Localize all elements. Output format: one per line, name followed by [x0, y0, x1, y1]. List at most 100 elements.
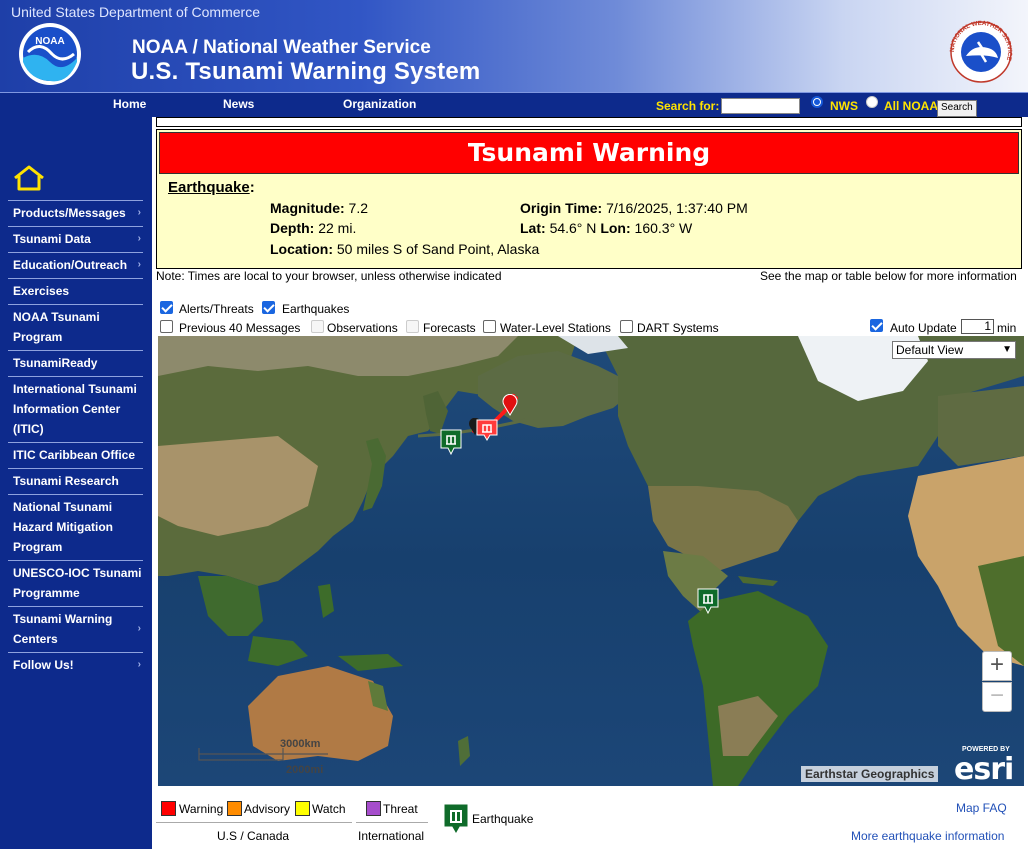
- map-faq-link[interactable]: Map FAQ: [956, 801, 1007, 815]
- sidebar-item-tsunami-research[interactable]: Tsunami Research: [8, 471, 143, 491]
- legend-advisory-swatch: [227, 801, 242, 816]
- legend-earthquake-label: Earthquake: [472, 812, 534, 826]
- radio-nws[interactable]: [811, 96, 823, 108]
- page-title: U.S. Tsunami Warning System: [131, 58, 481, 85]
- esri-wordmark: esri: [954, 752, 1014, 786]
- earthquakes-checkbox[interactable]: [262, 301, 275, 314]
- map-view-select[interactable]: Default View ▼: [892, 341, 1016, 359]
- sidebar-divider: [8, 652, 143, 653]
- chevron-down-icon: ▼: [1002, 344, 1012, 355]
- org-title: NOAA / National Weather Service: [132, 37, 431, 58]
- forecasts-checkbox[interactable]: [406, 320, 419, 333]
- sidebar-divider: [8, 200, 143, 201]
- chevron-right-icon: ›: [137, 659, 141, 670]
- radio-all-noaa-label: All NOAA: [884, 99, 938, 113]
- sidebar-item-label: Products/Messages: [13, 206, 126, 220]
- legend-threat-swatch: [366, 801, 381, 816]
- nws-logo[interactable]: NATIONAL WEATHER SERVICE: [944, 20, 1018, 84]
- map-panel[interactable]: Default View ▼ + − 3000km 2000mi Earthst…: [158, 336, 1024, 786]
- sidebar-item-label: TsunamiReady: [13, 356, 98, 370]
- sidebar-item-tsunami-data[interactable]: Tsunami Data ›: [8, 229, 143, 249]
- auto-update-minutes-input[interactable]: 1: [961, 319, 994, 334]
- earthquake-marker-alaska[interactable]: [476, 419, 498, 441]
- magnitude-row: Magnitude: 7.2: [270, 200, 368, 216]
- search-label: Search for:: [656, 99, 720, 113]
- sidebar-divider: [8, 304, 143, 305]
- observations-checkbox[interactable]: [311, 320, 324, 333]
- zoom-out-button[interactable]: −: [982, 682, 1012, 712]
- sidebar-divider: [8, 494, 143, 495]
- depth-row: Depth: 22 mi.: [270, 220, 356, 236]
- noaa-logo-text: NOAA: [35, 36, 64, 47]
- sidebar-item-noaa-tsunami-program[interactable]: NOAA Tsunami Program: [8, 307, 143, 347]
- sidebar-item-label: Education/Outreach: [13, 258, 128, 272]
- page-header: United States Department of Commerce NOA…: [0, 0, 1028, 92]
- zoom-in-button[interactable]: +: [982, 651, 1012, 681]
- sidebar-item-exercises[interactable]: Exercises: [8, 281, 143, 301]
- sidebar-item-education-outreach[interactable]: Education/Outreach ›: [8, 255, 143, 275]
- alert-headline: Tsunami Warning: [159, 132, 1019, 174]
- sidebar-divider: [8, 226, 143, 227]
- sidebar-item-label: Tsunami Data: [13, 232, 91, 246]
- map-attribution[interactable]: Earthstar Geographics: [801, 766, 939, 782]
- auto-update-checkbox[interactable]: [870, 319, 883, 332]
- sidebar-item-label: Tsunami Warning Centers: [13, 612, 113, 646]
- water-level-checkbox[interactable]: [483, 320, 496, 333]
- alert-box: Tsunami Warning Earthquake: Magnitude: 7…: [156, 129, 1022, 269]
- pin-icon[interactable]: [502, 394, 518, 416]
- sidebar-item-label: International Tsunami Information Center…: [13, 382, 137, 436]
- nav-organization[interactable]: Organization: [343, 97, 416, 111]
- search-button[interactable]: Search: [937, 100, 977, 117]
- sidebar-item-tsunamiready[interactable]: TsunamiReady: [8, 353, 143, 373]
- nav-home[interactable]: Home: [113, 97, 146, 111]
- legend-threat-label: Threat: [383, 802, 418, 816]
- sidebar-item-label: NOAA Tsunami Program: [13, 310, 100, 344]
- legend-watch-label: Watch: [312, 802, 346, 816]
- legend-divider: [156, 822, 352, 823]
- scale-km: 3000km: [280, 738, 321, 750]
- lat-value: 54.6° N: [549, 220, 597, 236]
- sidebar-item-label: ITIC Caribbean Office: [13, 448, 136, 462]
- sidebar-item-unesco-ioc-tsunami-programme[interactable]: UNESCO-IOC Tsunami Programme: [8, 563, 143, 603]
- radio-nws-label: NWS: [830, 99, 858, 113]
- origin-time-value: 7/16/2025, 1:37:40 PM: [606, 200, 748, 216]
- chevron-right-icon: ›: [137, 233, 141, 244]
- time-note: Note: Times are local to your browser, u…: [156, 269, 502, 283]
- sidebar-divider: [8, 468, 143, 469]
- sidebar-item-national-tsunami-hazard-mitigation-program[interactable]: National Tsunami Hazard Mitigation Progr…: [8, 497, 143, 557]
- dart-label: DART Systems: [637, 321, 719, 335]
- dart-checkbox[interactable]: [620, 320, 633, 333]
- sidebar-item-label: National Tsunami Hazard Mitigation Progr…: [13, 500, 114, 554]
- home-icon[interactable]: [12, 164, 46, 192]
- earthquake-link[interactable]: Earthquake: [168, 179, 250, 196]
- magnitude-value: 7.2: [348, 200, 369, 216]
- nav-news[interactable]: News: [223, 97, 254, 111]
- more-earthquake-info-link[interactable]: More earthquake information: [851, 829, 1004, 843]
- magnitude-label: Magnitude:: [270, 200, 345, 216]
- legend-region-us: U.S / Canada: [217, 829, 290, 843]
- sidebar-item-international-tsunami-information-center-itic[interactable]: International Tsunami Information Center…: [8, 379, 143, 439]
- earthquake-marker-central-america[interactable]: [697, 588, 719, 614]
- noaa-logo[interactable]: NOAA: [18, 22, 82, 86]
- origin-time-row: Origin Time: 7/16/2025, 1:37:40 PM: [520, 200, 748, 216]
- sidebar-divider: [8, 376, 143, 377]
- depth-value: 22 mi.: [318, 220, 357, 236]
- earthquake-marker-kamchatka[interactable]: [440, 429, 462, 455]
- sidebar-item-follow-us[interactable]: Follow Us! ›: [8, 655, 143, 675]
- alerts-threats-checkbox[interactable]: [160, 301, 173, 314]
- legend-advisory-label: Advisory: [244, 802, 291, 816]
- sidebar-item-label: Tsunami Research: [13, 474, 119, 488]
- sidebar-item-tsunami-warning-centers[interactable]: Tsunami Warning Centers ›: [8, 609, 143, 649]
- auto-update-unit: min: [997, 321, 1017, 335]
- sidebar-item-itic-caribbean-office[interactable]: ITIC Caribbean Office: [8, 445, 143, 465]
- location-value: 50 miles S of Sand Point, Alaska: [336, 241, 540, 257]
- previous-40-checkbox[interactable]: [160, 320, 173, 333]
- radio-all-noaa[interactable]: [866, 96, 878, 108]
- sidebar-divider: [8, 606, 143, 607]
- sidebar-item-label: Follow Us!: [13, 658, 74, 672]
- earthquake-icon: [443, 803, 469, 835]
- chevron-right-icon: ›: [137, 259, 141, 270]
- department-name[interactable]: United States Department of Commerce: [11, 4, 260, 20]
- search-input[interactable]: [721, 98, 800, 114]
- sidebar-item-products-messages[interactable]: Products/Messages ›: [8, 203, 143, 223]
